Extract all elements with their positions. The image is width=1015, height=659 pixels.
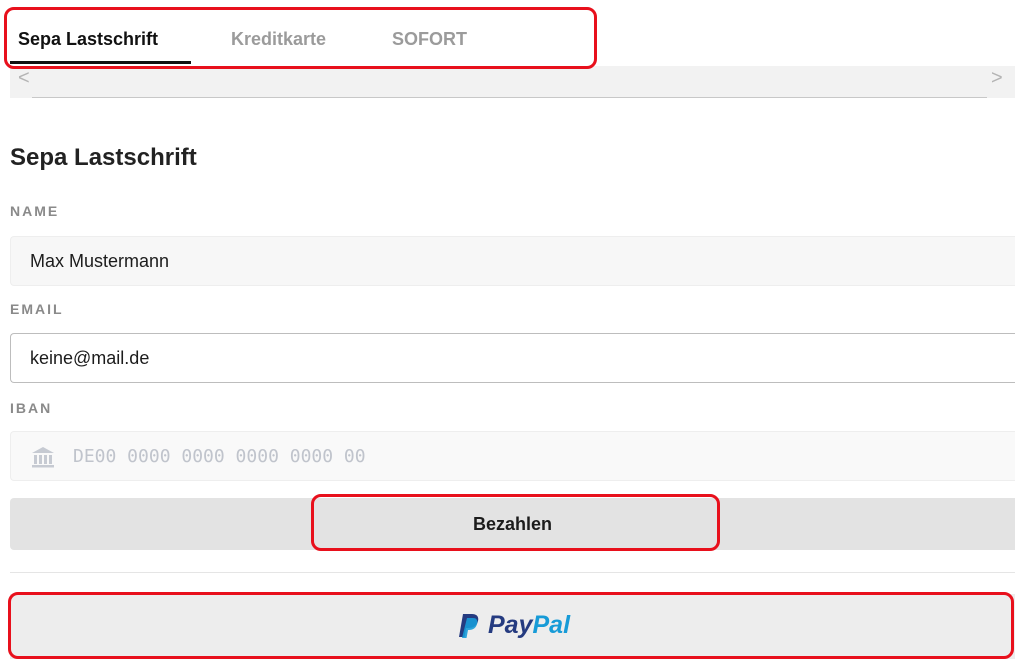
tab-kreditkarte[interactable]: Kreditkarte: [231, 29, 326, 50]
paypal-button[interactable]: PayPal: [10, 594, 1015, 659]
iban-label: IBAN: [10, 400, 53, 416]
paypal-text-pal: Pal: [532, 611, 571, 639]
active-tab-indicator: [10, 61, 191, 64]
section-title: Sepa Lastschrift: [10, 144, 197, 171]
email-field: [10, 333, 1015, 383]
tab-sepa-lastschrift[interactable]: Sepa Lastschrift: [18, 29, 158, 50]
divider: [10, 572, 1015, 573]
name-input[interactable]: [11, 237, 1015, 285]
email-label: EMAIL: [10, 301, 64, 317]
paypal-text-pay: Pay: [488, 611, 533, 639]
scroll-left-icon[interactable]: <: [18, 67, 30, 90]
bezahlen-button[interactable]: Bezahlen: [10, 498, 1015, 550]
iban-input[interactable]: [11, 432, 1015, 480]
name-field: [10, 236, 1015, 286]
scroll-track-line: [32, 97, 987, 98]
scroll-right-icon[interactable]: >: [991, 67, 1003, 90]
name-label: NAME: [10, 203, 60, 219]
email-input[interactable]: [11, 334, 1015, 382]
paypal-p-icon: [459, 614, 479, 638]
iban-field: [10, 431, 1015, 481]
tab-sofort[interactable]: SOFORT: [392, 29, 467, 50]
tab-scrollbar[interactable]: [10, 66, 1015, 98]
payment-tabs: Sepa Lastschrift Kreditkarte SOFORT: [0, 0, 1015, 66]
